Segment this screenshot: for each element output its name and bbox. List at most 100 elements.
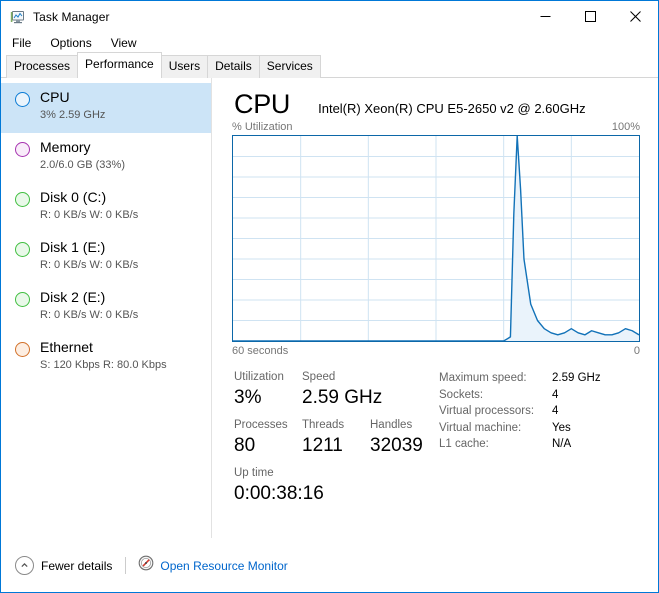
graph-x-right-label: 0 <box>633 345 640 357</box>
footer-divider <box>125 557 127 574</box>
content-area: CPU 3% 2.59 GHz Memory 2.0/6.0 GB (33%) … <box>1 78 658 562</box>
tab-performance[interactable]: Performance <box>77 52 162 78</box>
info-value: 4 <box>552 405 559 417</box>
stat-processes: Processes 80 <box>234 417 302 465</box>
info-value: N/A <box>552 438 572 450</box>
maximize-button[interactable] <box>568 1 613 32</box>
fewer-details-label: Fewer details <box>41 558 113 573</box>
tab-details[interactable]: Details <box>207 55 260 78</box>
resource-monitor-icon <box>138 555 154 576</box>
page-title: CPU <box>234 89 291 119</box>
info-max-speed: Maximum speed: 2.59 GHz <box>439 370 640 387</box>
resource-sidebar: CPU 3% 2.59 GHz Memory 2.0/6.0 GB (33%) … <box>1 78 212 562</box>
chevron-up-icon <box>15 556 34 575</box>
window-title: Task Manager <box>33 9 110 24</box>
chart-canvas <box>233 136 639 341</box>
sidebar-item-subtitle: R: 0 KB/s W: 0 KB/s <box>40 259 139 271</box>
menu-item-view[interactable]: View <box>109 34 145 53</box>
stats-section: Utilization 3% Speed 2.59 GHz Processes … <box>212 357 658 513</box>
stat-value: 80 <box>234 435 256 456</box>
fewer-details-button[interactable]: Fewer details <box>15 556 112 575</box>
sidebar-item-subtitle: R: 0 KB/s W: 0 KB/s <box>40 209 139 221</box>
stat-label: Up time <box>234 467 274 479</box>
stat-label: Processes <box>234 419 288 431</box>
performance-pane: CPU Intel(R) Xeon(R) CPU E5-2650 v2 @ 2.… <box>212 78 658 562</box>
stat-utilization: Utilization 3% <box>234 369 302 417</box>
disk-indicator-icon <box>15 292 30 307</box>
sidebar-item-subtitle: S: 120 Kbps R: 80.0 Kbps <box>40 359 167 371</box>
utilization-graph-section: % Utilization 100% 60 seconds 0 <box>212 121 658 357</box>
graph-bottom-labels: 60 seconds 0 <box>232 342 640 357</box>
open-resource-monitor-label: Open Resource Monitor <box>160 558 288 573</box>
tab-processes[interactable]: Processes <box>6 55 79 78</box>
stats-secondary: Maximum speed: 2.59 GHz Sockets: 4 Virtu… <box>439 369 640 513</box>
disk-indicator-icon <box>15 192 30 207</box>
stat-value: 0:00:38:16 <box>234 483 324 504</box>
ethernet-indicator-icon <box>15 342 30 357</box>
info-key: Sockets: <box>439 388 484 401</box>
sidebar-item-subtitle: 2.0/6.0 GB (33%) <box>40 159 125 171</box>
sidebar-item-subtitle: R: 0 KB/s W: 0 KB/s <box>40 309 139 321</box>
graph-x-left-label: 60 seconds <box>232 345 289 357</box>
stat-value: 32039 <box>370 435 423 456</box>
sidebar-item-title: Disk 1 (E:) <box>40 239 106 255</box>
memory-indicator-icon <box>15 142 30 157</box>
footer-bar: Fewer details Open Resource Monitor <box>1 538 658 592</box>
stat-handles: Handles 32039 <box>370 417 423 465</box>
sidebar-item-disk-2[interactable]: Disk 2 (E:) R: 0 KB/s W: 0 KB/s <box>1 283 211 333</box>
menu-item-file[interactable]: File <box>10 34 39 53</box>
stat-threads: Threads 1211 <box>302 417 370 465</box>
sidebar-item-title: CPU <box>40 89 70 105</box>
disk-indicator-icon <box>15 242 30 257</box>
stat-value: 3% <box>234 387 262 408</box>
stats-row-3: Up time 0:00:38:16 <box>234 465 439 513</box>
minimize-button[interactable] <box>523 1 568 32</box>
sidebar-item-title: Memory <box>40 139 91 155</box>
sidebar-item-cpu[interactable]: CPU 3% 2.59 GHz <box>1 83 211 133</box>
sidebar-item-title: Disk 2 (E:) <box>40 289 106 305</box>
stat-label: Utilization <box>234 371 284 383</box>
graph-top-labels: % Utilization 100% <box>232 121 640 135</box>
info-value: 4 <box>552 388 559 401</box>
tab-services[interactable]: Services <box>258 55 321 78</box>
menu-bar: File Options View <box>1 32 658 54</box>
stats-primary: Utilization 3% Speed 2.59 GHz Processes … <box>234 369 439 513</box>
stat-label: Threads <box>302 419 345 431</box>
task-manager-icon <box>10 9 26 25</box>
window-controls <box>523 1 658 32</box>
stat-label: Handles <box>370 419 413 431</box>
title-bar: Task Manager <box>1 1 658 32</box>
info-value: Yes <box>552 421 571 434</box>
info-l1-cache: L1 cache: N/A <box>439 436 640 453</box>
stats-row-1: Utilization 3% Speed 2.59 GHz <box>234 369 439 417</box>
info-sockets: Sockets: 4 <box>439 387 640 404</box>
close-button[interactable] <box>613 1 658 32</box>
info-virtual-processors: Virtual processors: 4 <box>439 403 640 420</box>
sidebar-item-title: Ethernet <box>40 339 93 355</box>
cpu-utilization-chart[interactable] <box>232 135 640 342</box>
task-manager-window: Task Manager File Options View Processes… <box>0 0 659 593</box>
pane-header: CPU Intel(R) Xeon(R) CPU E5-2650 v2 @ 2.… <box>212 78 658 121</box>
menu-item-options[interactable]: Options <box>48 34 99 53</box>
sidebar-item-disk-0[interactable]: Disk 0 (C:) R: 0 KB/s W: 0 KB/s <box>1 183 211 233</box>
stats-row-2: Processes 80 Threads 1211 Handles 32039 <box>234 417 439 465</box>
sidebar-item-subtitle: 3% 2.59 GHz <box>40 109 106 121</box>
info-key: Virtual machine: <box>439 421 522 434</box>
stat-uptime: Up time 0:00:38:16 <box>234 465 324 513</box>
tab-strip: Processes Performance Users Details Serv… <box>1 52 658 78</box>
sidebar-item-disk-1[interactable]: Disk 1 (E:) R: 0 KB/s W: 0 KB/s <box>1 233 211 283</box>
stat-label: Speed <box>302 371 336 383</box>
cpu-indicator-icon <box>15 92 30 107</box>
graph-y-axis-label: % Utilization <box>232 121 293 133</box>
info-value: 2.59 GHz <box>552 372 601 384</box>
stat-speed: Speed 2.59 GHz <box>302 369 402 417</box>
sidebar-item-memory[interactable]: Memory 2.0/6.0 GB (33%) <box>1 133 211 183</box>
info-key: Virtual processors: <box>439 405 535 417</box>
tab-users[interactable]: Users <box>160 55 209 78</box>
info-virtual-machine: Virtual machine: Yes <box>439 420 640 437</box>
sidebar-item-ethernet[interactable]: Ethernet S: 120 Kbps R: 80.0 Kbps <box>1 333 211 383</box>
sidebar-item-title: Disk 0 (C:) <box>40 189 107 205</box>
cpu-model-label: Intel(R) Xeon(R) CPU E5-2650 v2 @ 2.60GH… <box>318 101 586 116</box>
open-resource-monitor-button[interactable]: Open Resource Monitor <box>138 555 288 576</box>
stat-value: 1211 <box>302 435 343 456</box>
